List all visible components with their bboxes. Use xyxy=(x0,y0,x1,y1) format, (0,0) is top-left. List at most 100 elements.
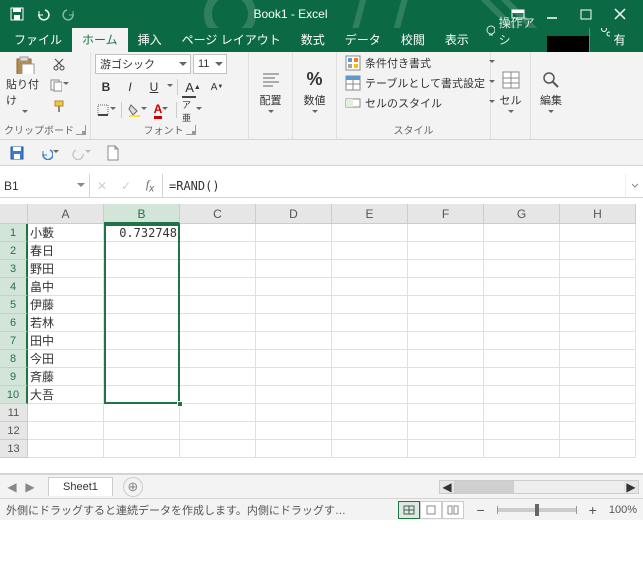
tab-review[interactable]: 校閲 xyxy=(391,27,435,52)
cell[interactable] xyxy=(408,224,484,242)
row-header[interactable]: 3 xyxy=(0,260,28,278)
cell[interactable] xyxy=(408,260,484,278)
fill-handle[interactable] xyxy=(177,401,183,407)
cell[interactable] xyxy=(484,314,560,332)
cell[interactable] xyxy=(28,404,104,422)
cell[interactable] xyxy=(408,278,484,296)
row-header[interactable]: 1 xyxy=(0,224,28,242)
cell[interactable] xyxy=(408,386,484,404)
cell[interactable] xyxy=(408,332,484,350)
cell[interactable] xyxy=(28,440,104,458)
cell[interactable] xyxy=(560,422,636,440)
font-launcher[interactable] xyxy=(186,125,196,135)
cell[interactable] xyxy=(104,404,180,422)
cell[interactable] xyxy=(332,368,408,386)
cell[interactable] xyxy=(104,350,180,368)
cell[interactable]: 野田 xyxy=(28,260,104,278)
editing-button[interactable]: 編集 xyxy=(535,54,567,118)
zoom-in-button[interactable]: + xyxy=(585,502,601,518)
cell[interactable]: 大吾 xyxy=(28,386,104,404)
close-icon[interactable] xyxy=(603,0,637,28)
cell[interactable] xyxy=(256,332,332,350)
cell[interactable] xyxy=(560,224,636,242)
cell[interactable] xyxy=(256,242,332,260)
cell[interactable] xyxy=(408,242,484,260)
shrink-font-button[interactable]: A▼ xyxy=(206,77,228,97)
format-as-table-button[interactable]: テーブルとして書式設定 xyxy=(341,74,499,92)
zoom-slider[interactable] xyxy=(497,508,577,512)
row-header[interactable]: 9 xyxy=(0,368,28,386)
cell[interactable] xyxy=(484,350,560,368)
cell[interactable] xyxy=(256,224,332,242)
cell[interactable]: 若林 xyxy=(28,314,104,332)
spreadsheet-grid[interactable]: ABCDEFGH 12345678910111213 小藪0.732748春日野… xyxy=(0,204,643,474)
cell[interactable] xyxy=(408,422,484,440)
row-header[interactable]: 13 xyxy=(0,440,28,458)
cut-button[interactable] xyxy=(48,54,70,74)
maximize-icon[interactable] xyxy=(569,0,603,28)
minimize-icon[interactable] xyxy=(535,0,569,28)
cell[interactable] xyxy=(408,350,484,368)
row-header[interactable]: 7 xyxy=(0,332,28,350)
cell[interactable] xyxy=(332,404,408,422)
sheet-nav-next[interactable]: ▶ xyxy=(22,479,38,495)
conditional-formatting-button[interactable]: 条件付き書式 xyxy=(341,54,499,72)
formula-input[interactable]: =RAND() xyxy=(163,174,625,197)
tab-home[interactable]: ホーム xyxy=(72,27,128,52)
cell[interactable] xyxy=(484,260,560,278)
cell[interactable]: 0.732748 xyxy=(104,224,180,242)
italic-button[interactable]: I xyxy=(119,77,141,97)
cell[interactable] xyxy=(28,422,104,440)
row-header[interactable]: 4 xyxy=(0,278,28,296)
grow-font-button[interactable]: A▲ xyxy=(182,77,204,97)
tab-insert[interactable]: 挿入 xyxy=(128,27,172,52)
cell[interactable] xyxy=(104,332,180,350)
alignment-button[interactable]: 配置 xyxy=(253,54,288,118)
cancel-formula-button[interactable]: ✕ xyxy=(90,174,114,197)
cell[interactable] xyxy=(484,278,560,296)
cell[interactable] xyxy=(332,242,408,260)
page-break-view-button[interactable] xyxy=(442,501,464,519)
cell[interactable] xyxy=(180,242,256,260)
cell[interactable] xyxy=(484,404,560,422)
ribbon-options-icon[interactable] xyxy=(501,0,535,28)
cell[interactable]: 田中 xyxy=(28,332,104,350)
cell[interactable]: 斉藤 xyxy=(28,368,104,386)
zoom-level[interactable]: 100% xyxy=(609,504,637,516)
tab-formulas[interactable]: 数式 xyxy=(291,27,335,52)
cells-button[interactable]: セル xyxy=(495,54,526,118)
cell[interactable] xyxy=(560,260,636,278)
cell[interactable] xyxy=(484,242,560,260)
cell[interactable] xyxy=(180,332,256,350)
cell[interactable] xyxy=(560,314,636,332)
cell[interactable] xyxy=(104,314,180,332)
cell[interactable] xyxy=(332,260,408,278)
tab-view[interactable]: 表示 xyxy=(435,27,479,52)
cell[interactable]: 畠中 xyxy=(28,278,104,296)
undo-icon-2[interactable] xyxy=(38,143,60,163)
phonetic-button[interactable]: ア亜 xyxy=(181,100,203,120)
cell[interactable] xyxy=(256,404,332,422)
cell[interactable] xyxy=(256,314,332,332)
cell[interactable] xyxy=(180,314,256,332)
column-header[interactable]: D xyxy=(256,204,332,224)
tab-data[interactable]: データ xyxy=(335,27,391,52)
cell[interactable] xyxy=(484,440,560,458)
cell[interactable] xyxy=(484,422,560,440)
cell[interactable] xyxy=(332,350,408,368)
cell[interactable] xyxy=(560,350,636,368)
cell[interactable] xyxy=(256,296,332,314)
cell[interactable] xyxy=(180,296,256,314)
cell[interactable] xyxy=(560,440,636,458)
cell[interactable] xyxy=(256,350,332,368)
fx-button[interactable]: fx xyxy=(138,174,162,197)
row-header[interactable]: 11 xyxy=(0,404,28,422)
cell[interactable] xyxy=(256,368,332,386)
cell[interactable] xyxy=(560,368,636,386)
cell[interactable] xyxy=(408,314,484,332)
number-format-button[interactable]: % 数値 xyxy=(297,54,332,118)
cell[interactable] xyxy=(180,440,256,458)
page-layout-view-button[interactable] xyxy=(420,501,442,519)
horizontal-scrollbar[interactable]: ◀▶ xyxy=(439,480,639,494)
cell[interactable] xyxy=(484,386,560,404)
